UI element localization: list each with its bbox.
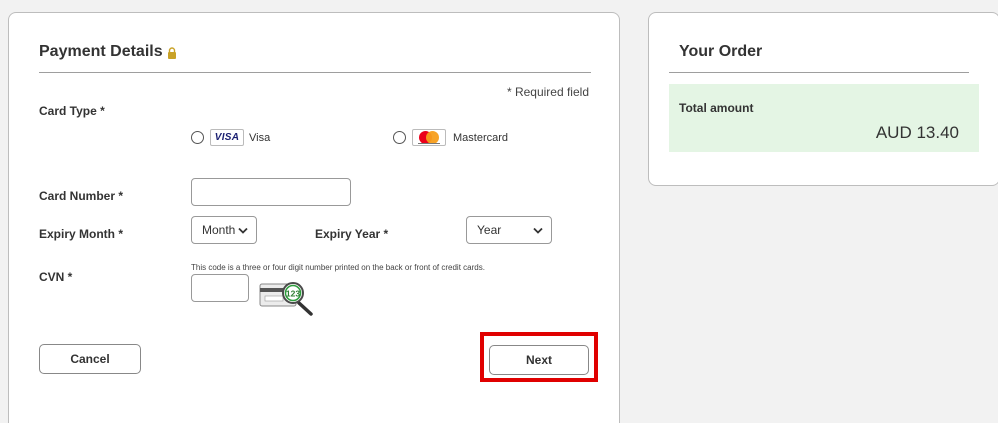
mastercard-logo-icon — [412, 129, 446, 146]
card-type-label: Card Type * — [39, 104, 105, 118]
expiry-year-select[interactable]: Year — [466, 216, 552, 244]
expiry-year-value: Year — [477, 223, 502, 237]
your-order-panel: Your Order Total amount AUD 13.40 — [648, 12, 998, 186]
payment-details-heading: Payment Details — [39, 43, 177, 61]
cvn-example-text: 123 — [286, 289, 300, 299]
expiry-month-value: Month — [202, 223, 236, 237]
lock-icon — [167, 47, 176, 59]
required-field-note: * Required field — [506, 85, 589, 99]
visa-logo-icon: VISA — [210, 129, 244, 146]
mastercard-option-label[interactable]: Mastercard — [453, 132, 508, 144]
your-order-heading: Your Order — [679, 43, 763, 60]
visa-radio[interactable] — [191, 131, 204, 144]
total-amount-label: Total amount — [679, 101, 754, 115]
cvn-help-text: This code is a three or four digit numbe… — [191, 263, 485, 272]
total-amount-value: AUD 13.40 — [875, 123, 959, 142]
expiry-month-label: Expiry Month * — [39, 227, 124, 241]
chevron-down-icon — [533, 227, 543, 234]
next-button-highlight — [480, 332, 598, 382]
payment-title-text: Payment Details — [39, 43, 163, 60]
mastercard-radio[interactable] — [393, 131, 406, 144]
cancel-button[interactable]: Cancel — [39, 344, 141, 374]
expiry-year-label: Expiry Year * — [315, 227, 389, 241]
card-number-input[interactable] — [191, 178, 351, 206]
expiry-month-select[interactable]: Month — [191, 216, 257, 244]
chevron-down-icon — [238, 227, 248, 234]
checkout-page: Payment Details * Required field Card Ty… — [0, 0, 998, 423]
order-divider — [669, 72, 969, 73]
cvn-card-magnifier-icon: 123 — [259, 282, 313, 316]
card-number-label: Card Number * — [39, 189, 124, 203]
cvn-label: CVN * — [39, 270, 73, 284]
title-divider — [39, 72, 591, 73]
total-amount-box: Total amount AUD 13.40 — [669, 84, 979, 152]
visa-option-label[interactable]: Visa — [249, 132, 270, 144]
cvn-input[interactable] — [191, 274, 249, 302]
